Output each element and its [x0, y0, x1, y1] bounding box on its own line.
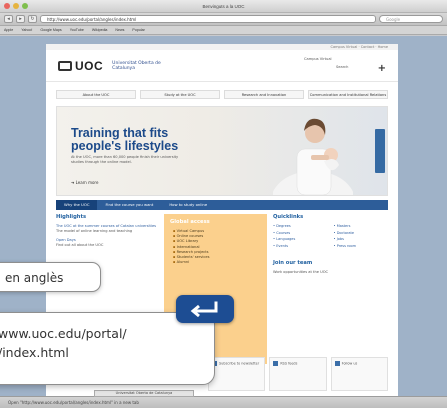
site-header: UOC Universitat Oberta de Catalunya Camp… — [46, 50, 398, 82]
forward-button[interactable]: ▸ — [16, 15, 25, 23]
footer-label: Follow us — [341, 361, 358, 366]
quicklink[interactable]: Masters — [334, 224, 389, 229]
nav-item[interactable]: Communication and Institutional Relation… — [308, 90, 388, 99]
status-bar: Universitat Oberta de Catalunya Open "ht… — [0, 390, 447, 408]
footer-box[interactable]: Follow us — [330, 357, 388, 391]
browser-toolbar: ◂ ▸ ↻ http://www.uoc.edu/portal/angles/i… — [0, 13, 447, 26]
quicklink[interactable]: Courses — [273, 231, 328, 236]
bookmark-item[interactable]: Apple — [4, 28, 13, 32]
window-title: Benvinguts a la UOC — [202, 3, 245, 9]
global-access-list: Virtual Campus Online courses UOC Librar… — [170, 229, 261, 265]
quicklinks-column: Quicklinks Degrees Masters Courses Docto… — [273, 214, 388, 364]
learn-more-link[interactable]: ➜ Learn more — [71, 180, 98, 185]
learn-more-label: Learn more — [75, 180, 99, 185]
quicklinks-grid: Degrees Masters Courses Doctorate Langua… — [273, 224, 388, 248]
highlight-link[interactable]: The UOC at the summer courses of Catalan… — [56, 224, 158, 229]
nav-item[interactable]: About the UOC — [56, 90, 136, 99]
download-label: Universitat Oberta de Catalunya — [94, 390, 194, 397]
caption-text: en anglès — [5, 271, 64, 285]
bookmark-item[interactable]: Popular — [132, 28, 144, 32]
nav-item[interactable]: Research and Innovation — [224, 90, 304, 99]
social-icon — [334, 361, 340, 366]
uoc-logo-icon — [58, 60, 72, 71]
bookmark-item[interactable]: YouTube — [70, 28, 84, 32]
side-scroll-tab[interactable] — [375, 129, 385, 173]
status-text: Open "http://www.uoc.edu/portal/angles/i… — [8, 400, 139, 405]
screen: Benvinguts a la UOC ◂ ▸ ↻ http://www.uoc… — [0, 0, 447, 408]
back-button[interactable]: ◂ — [4, 15, 13, 23]
bookmark-item[interactable]: News — [115, 28, 124, 32]
bookmark-item[interactable]: Yahoo! — [21, 28, 32, 32]
tab-why[interactable]: Why the UOC — [56, 200, 98, 210]
speech-caption: en anglès — [0, 262, 101, 292]
expand-icon[interactable]: + — [378, 63, 386, 74]
footer-label: RSS feeds — [280, 361, 298, 366]
join-heading: Join our team — [273, 260, 313, 266]
footer-box[interactable]: Subscribe to newsletter — [208, 357, 266, 391]
quicklink[interactable]: Doctorate — [334, 231, 389, 236]
hero-banner: Training that fits people's lifestyles A… — [56, 106, 388, 196]
highlights-heading: Highlights — [56, 214, 87, 220]
hero-title: Training that fits people's lifestyles — [71, 126, 179, 153]
join-text: Work opportunities at the UOC — [273, 270, 329, 274]
mother-child-photo — [273, 118, 353, 195]
quicklink[interactable]: Events — [273, 244, 328, 249]
quicklinks-heading: Quicklinks — [273, 214, 304, 220]
quicklink[interactable]: Degrees — [273, 224, 328, 229]
footer-label: Subscribe to newsletter — [219, 361, 260, 366]
highlight-text: The model of online learning and teachin… — [56, 228, 133, 233]
tab-find-course[interactable]: Find the course you want — [97, 200, 161, 210]
search-label[interactable]: Search — [336, 65, 348, 69]
url-line-1: www.uoc.edu/portal/ — [0, 326, 127, 341]
main-nav: About the UOC Study at the UOC Research … — [46, 88, 398, 101]
footer-box[interactable]: RSS feeds — [269, 357, 327, 391]
tab-study-online[interactable]: How to study online — [161, 200, 215, 210]
highlight-text: Find out all about the UOC — [56, 242, 104, 247]
rss-icon — [273, 361, 279, 366]
header-tools: Campus Virtual Search + — [274, 57, 386, 75]
nav-item[interactable]: Study at the UOC — [140, 90, 220, 99]
campus-link[interactable]: Campus Virtual — [304, 57, 332, 61]
search-field[interactable]: Google — [379, 15, 443, 23]
url-line-2: /index.html — [0, 345, 69, 360]
reload-button[interactable]: ↻ — [28, 15, 37, 23]
uoc-logo[interactable]: UOC — [75, 59, 103, 73]
footer-boxes: Subscribe to newsletter RSS feeds Follow… — [208, 357, 388, 391]
return-icon — [190, 301, 218, 317]
hero-text: At the UOC, more than 60,000 people fini… — [71, 155, 179, 164]
bookmarks-bar: Apple Yahoo! Google Maps YouTube Wikiped… — [0, 26, 447, 35]
bookmark-item[interactable]: Wikipedia — [92, 28, 108, 32]
quicklink[interactable]: Languages — [273, 237, 328, 242]
quicklink[interactable]: Jobs — [334, 237, 389, 242]
global-access-heading: Global access — [170, 219, 210, 225]
return-key[interactable] — [176, 295, 234, 323]
info-tabs: Why the UOC Find the course you want How… — [56, 200, 388, 210]
bookmark-item[interactable]: Google Maps — [40, 28, 61, 32]
title-bar: Benvinguts a la UOC — [0, 0, 447, 13]
quicklink[interactable]: Press room — [334, 244, 389, 249]
logo-subtitle: Universitat Oberta de Catalunya — [112, 60, 161, 71]
list-item[interactable]: Alumni — [173, 260, 261, 265]
address-bar[interactable]: http://www.uoc.edu/portal/angles/index.h… — [40, 15, 376, 23]
